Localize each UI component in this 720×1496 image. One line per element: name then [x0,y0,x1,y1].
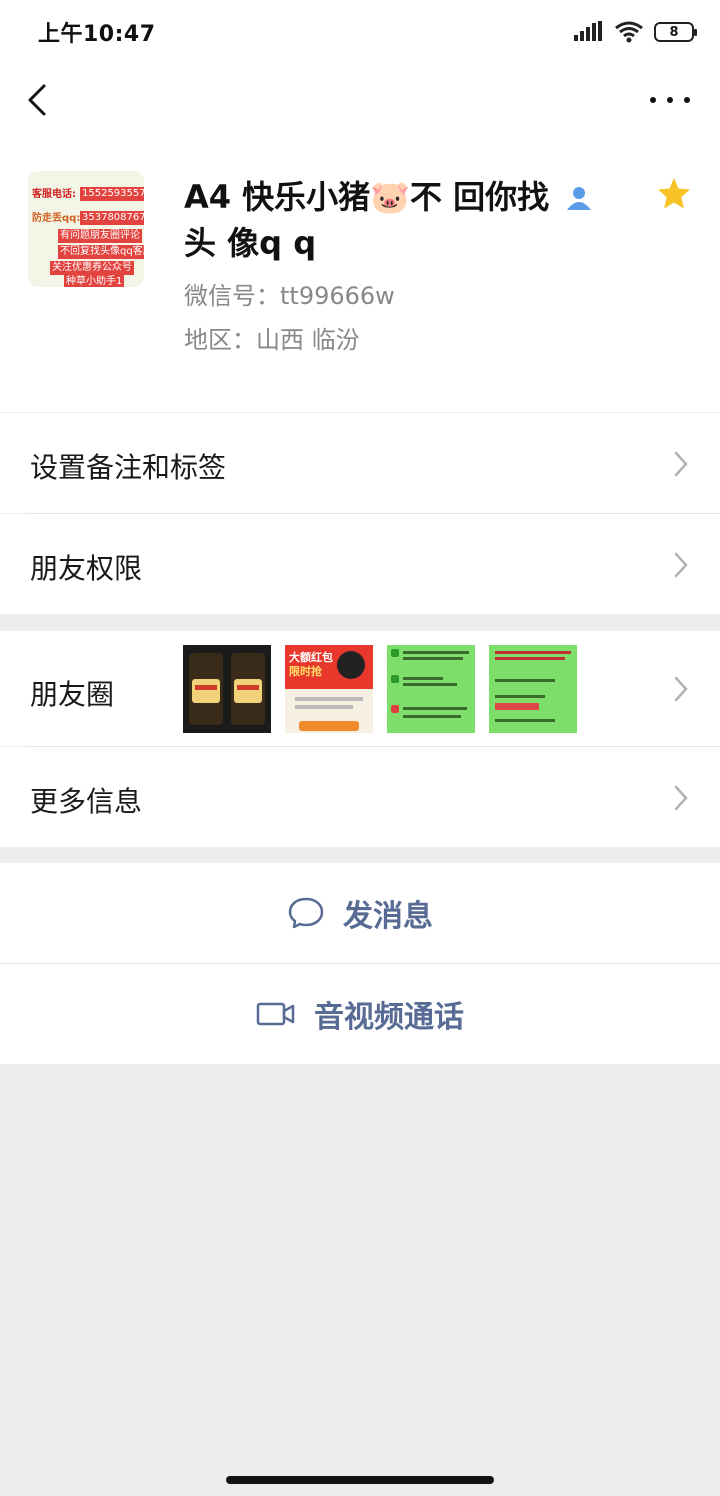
more-dot-icon [684,97,690,103]
avatar-line3: 有问题朋友圈评论 [58,229,142,243]
home-indicator[interactable] [226,1476,494,1484]
send-message-button[interactable]: 发消息 [0,863,720,963]
moments-thumb [387,645,475,733]
star-icon[interactable] [656,176,692,212]
thumb-subtitle: 限时抢 [289,665,322,678]
chevron-right-icon [674,552,688,578]
signal-icon [574,21,602,41]
more-dot-icon [650,97,656,103]
nav-bar [0,64,720,136]
contact-name: A4 快乐小猪🐷不 回你找 头 像q q [184,174,624,266]
moments-thumb [489,645,577,733]
avatar-line4: 不回复找头像qq客服 [58,245,144,259]
status-time: 上午10:47 [38,22,156,47]
permissions-label: 朋友权限 [30,552,143,585]
more-info-label: 更多信息 [30,785,143,818]
profile-header: 客服电话: 15525935571 防走丢qq: 3537808767 有问题朋… [0,136,720,412]
wechat-id: 微信号：tt99666w [184,282,395,310]
avatar[interactable]: 客服电话: 15525935571 防走丢qq: 3537808767 有问题朋… [28,171,144,287]
moments-thumb: 大额红包 限时抢 [285,645,373,733]
moments-label: 朋友圈 [30,678,115,711]
chevron-right-icon [674,785,688,811]
status-bar: 上午10:47 8 [0,0,720,64]
back-button[interactable] [20,80,60,120]
chevron-right-icon [674,451,688,477]
video-call-label: 音视频通话 [314,1000,464,1035]
send-message-label: 发消息 [343,899,433,934]
contact-name-tail: 头 像q q [184,224,317,262]
wifi-icon [615,21,643,43]
contact-name-main: A4 快乐小猪🐷不 回你找 [184,178,550,216]
moments-thumbnails: 大额红包 限时抢 [183,645,577,733]
avatar-line1-label: 客服电话: [32,189,76,200]
avatar-line2-value: 3537808767 [80,211,144,225]
moments-cell[interactable]: 朋友圈 大额红包 限时抢 [0,631,720,746]
battery-level: 8 [669,24,679,40]
battery-icon: 8 [654,22,697,42]
chat-bubble-icon [288,897,324,929]
region: 地区：山西 临汾 [184,326,360,354]
moments-thumb [183,645,271,733]
person-icon [567,187,592,210]
remark-label: 设置备注和标签 [30,451,227,484]
video-camera-icon [256,1002,295,1026]
back-arrow-icon [28,84,46,116]
avatar-line2-label: 防走丢qq: [32,213,81,224]
avatar-line1-value: 15525935571 [80,187,144,201]
permissions-cell[interactable]: 朋友权限 [0,514,720,614]
status-icons: 8 [574,20,697,44]
more-info-cell[interactable]: 更多信息 [0,747,720,847]
thumb-title: 大额红包 [289,651,333,664]
remark-cell[interactable]: 设置备注和标签 [0,413,720,513]
chevron-right-icon [674,676,688,702]
avatar-line6: 种草小助手1 [64,275,125,287]
more-button[interactable] [650,86,690,114]
more-dot-icon [667,97,673,103]
video-call-button[interactable]: 音视频通话 [0,964,720,1064]
avatar-line5: 关注优惠券公众号 [50,261,134,275]
